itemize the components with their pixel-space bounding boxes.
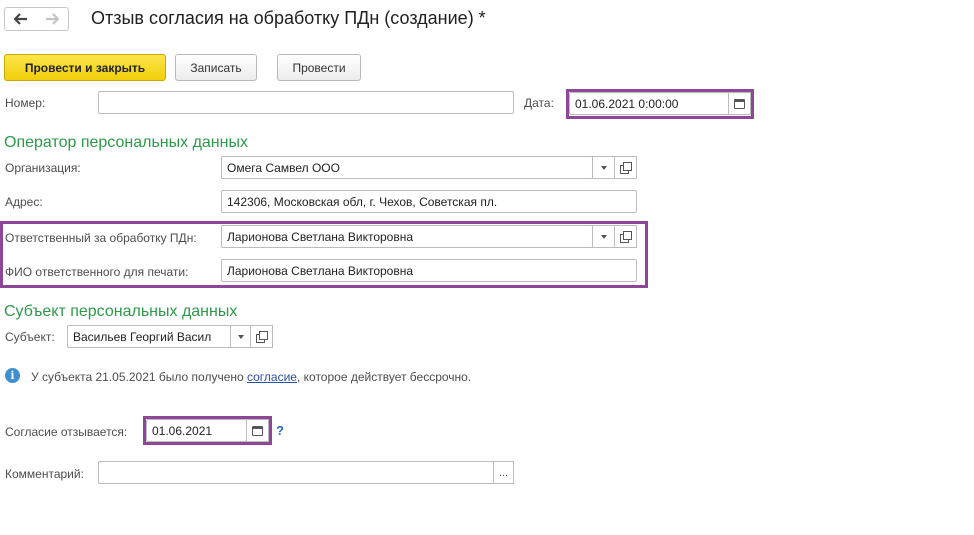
arrow-left-icon bbox=[13, 13, 27, 25]
post-and-close-button[interactable]: Провести и закрыть bbox=[4, 54, 166, 81]
info-prefix: У субъекта 21.05.2021 было получено bbox=[31, 370, 247, 384]
address-label: Адрес: bbox=[5, 195, 43, 209]
number-label: Номер: bbox=[5, 96, 46, 110]
chevron-down-icon bbox=[237, 334, 244, 339]
help-icon[interactable]: ? bbox=[276, 423, 284, 438]
consent-link[interactable]: согласие bbox=[247, 370, 297, 384]
organization-open-button[interactable] bbox=[614, 156, 637, 179]
subject-section-title: Субъект персональных данных bbox=[4, 303, 238, 320]
date-highlight bbox=[566, 89, 754, 119]
comment-label: Комментарий: bbox=[5, 467, 84, 481]
open-form-icon bbox=[256, 331, 268, 343]
save-button[interactable]: Записать bbox=[175, 54, 257, 81]
subject-input[interactable]: Васильев Георгий Васил bbox=[67, 325, 231, 348]
organization-label: Организация: bbox=[5, 161, 81, 175]
date-label: Дата: bbox=[524, 96, 554, 110]
revoked-date-highlight bbox=[143, 416, 272, 445]
operator-section-title: Оператор персональных данных bbox=[4, 134, 248, 151]
post-button[interactable]: Провести bbox=[277, 54, 361, 81]
address-input[interactable]: 142306, Московская обл, г. Чехов, Советс… bbox=[221, 190, 637, 213]
forward-button[interactable] bbox=[36, 7, 69, 31]
page-title: Отзыв согласия на обработку ПДн (создани… bbox=[91, 8, 486, 28]
number-input[interactable] bbox=[98, 91, 514, 114]
subject-open-button[interactable] bbox=[250, 325, 273, 348]
back-button[interactable] bbox=[4, 7, 37, 31]
responsible-highlight bbox=[0, 221, 648, 288]
info-suffix: , которое действует бессрочно. bbox=[296, 370, 472, 384]
open-form-icon bbox=[620, 162, 632, 174]
info-icon: i bbox=[5, 368, 20, 383]
revoked-label: Согласие отзывается: bbox=[5, 425, 128, 439]
comment-input[interactable] bbox=[98, 461, 494, 484]
organization-dropdown-button[interactable] bbox=[592, 156, 615, 179]
organization-input[interactable]: Омега Самвел ООО bbox=[221, 156, 593, 179]
consent-info-text: У субъекта 21.05.2021 было получено согл… bbox=[31, 370, 471, 384]
subject-dropdown-button[interactable] bbox=[230, 325, 251, 348]
subject-label: Субъект: bbox=[5, 330, 55, 344]
chevron-down-icon bbox=[600, 165, 607, 170]
comment-select-button[interactable]: ... bbox=[493, 461, 514, 484]
arrow-right-icon bbox=[46, 13, 59, 25]
